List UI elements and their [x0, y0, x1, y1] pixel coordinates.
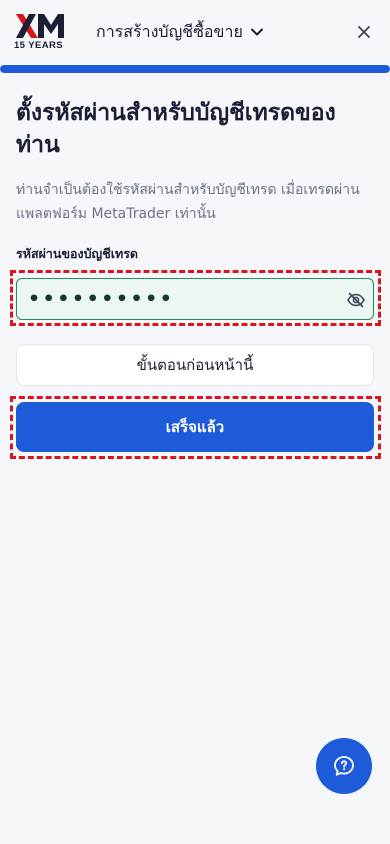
done-button[interactable]: เสร็จแล้ว: [16, 402, 374, 452]
close-button[interactable]: [350, 18, 378, 46]
page-title: ตั้งรหัสผ่านสำหรับบัญชีเทรดของท่าน: [16, 100, 336, 158]
chat-help-icon: [334, 756, 354, 776]
close-icon: [358, 26, 370, 38]
logo-subtext: 15 YEARS: [14, 40, 63, 51]
eye-off-icon: [347, 292, 365, 308]
account-creation-dropdown[interactable]: การสร้างบัญชีซื้อขาย: [96, 21, 263, 43]
xm-logo[interactable]: 15 YEARS: [14, 14, 66, 51]
xm-logo-mark: [16, 14, 64, 38]
toggle-password-visibility-button[interactable]: [345, 289, 367, 311]
progress-bar: [0, 65, 390, 73]
help-chat-button[interactable]: [316, 738, 372, 794]
previous-step-button[interactable]: ขั้นตอนก่อนหน้านี้: [16, 344, 374, 386]
chevron-down-icon: [250, 28, 263, 36]
page-subtitle: ท่านจำเป็นต้องใช้รหัสผ่านสำหรับบัญชีเทรด…: [16, 182, 360, 222]
progress-fill: [0, 65, 390, 73]
breadcrumb-label: การสร้างบัญชีซื้อขาย: [96, 21, 243, 41]
password-field-label: รหัสผ่านของบัญชีเทรด: [16, 246, 139, 261]
password-input[interactable]: ••••••••••: [16, 278, 374, 320]
page: 15 YEARS การสร้างบัญชีซื้อขาย ตั้งรหัสผ่…: [0, 0, 390, 844]
header: 15 YEARS การสร้างบัญชีซื้อขาย: [0, 0, 390, 64]
password-masked-value: ••••••••••: [28, 287, 175, 310]
